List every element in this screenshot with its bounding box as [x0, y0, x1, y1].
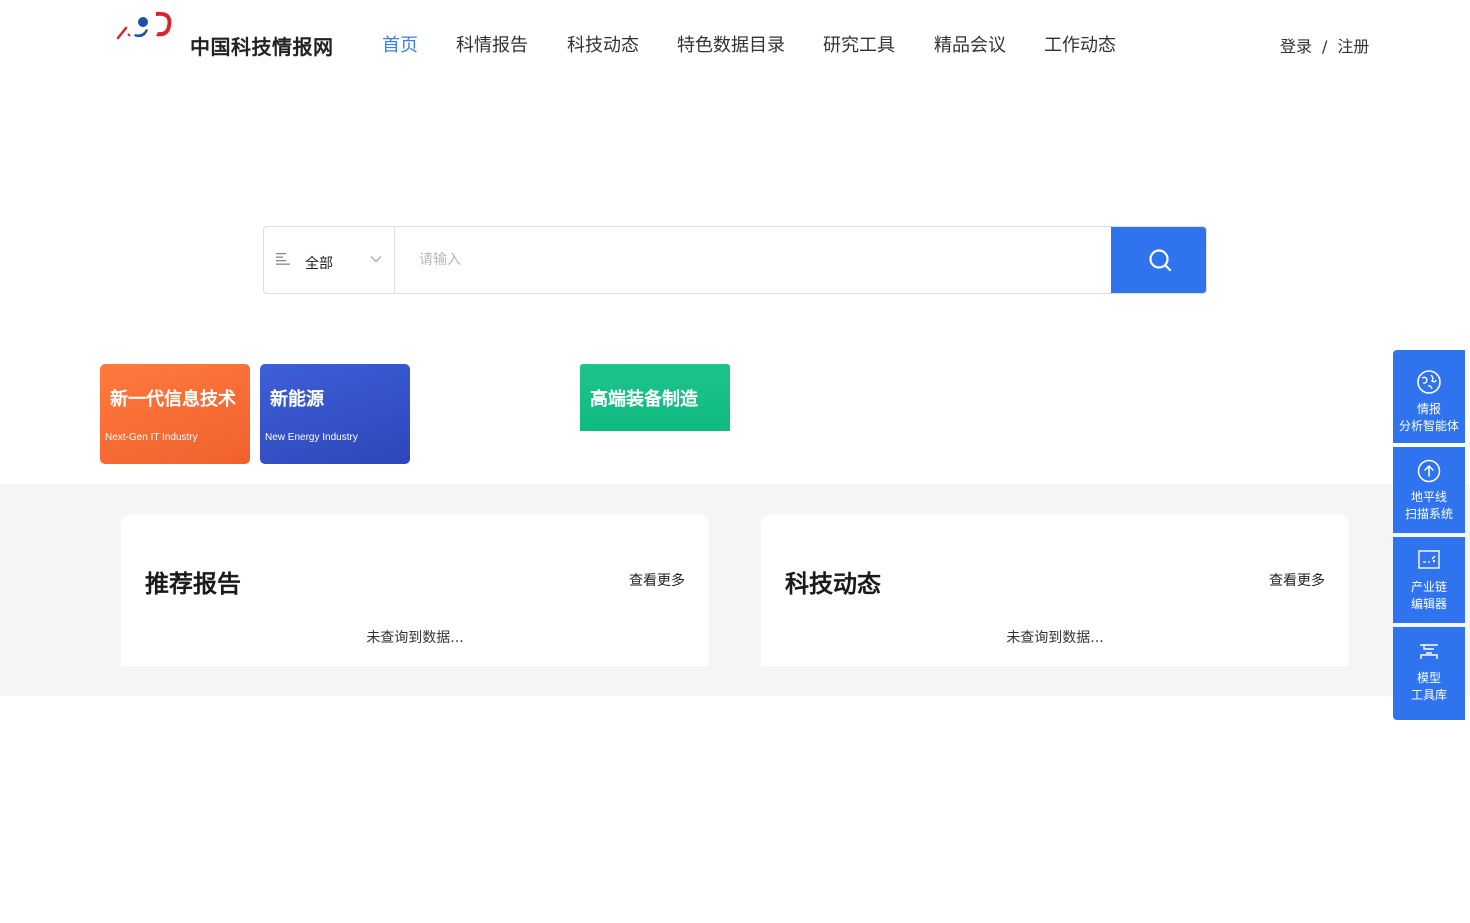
sidebar-chain-editor-button[interactable]: 产业链 编辑器: [1393, 537, 1465, 623]
industry-card-title: 新一代信息技术: [110, 389, 236, 410]
industry-card-subtitle: New Energy Industry: [265, 432, 358, 443]
sidebar-label: 情报: [1416, 402, 1441, 416]
search-bar: 全部: [263, 226, 1207, 294]
site-header: 中国科技情报网 首页 科情报告 科技动态 特色数据目录 研究工具 精品会议 工作…: [0, 0, 1470, 88]
nav-item-reports[interactable]: 科情报告: [456, 31, 528, 57]
recommended-reports-panel: 推荐报告 查看更多 未查询到数据...: [121, 514, 709, 666]
tech-news-panel: 科技动态 查看更多 未查询到数据...: [761, 514, 1349, 666]
sidebar-intel-agent-button[interactable]: 情报 分析智能体: [1393, 350, 1465, 443]
nav-item-data-catalog[interactable]: 特色数据目录: [677, 31, 785, 57]
sidebar-horizon-scan-button[interactable]: 地平线 扫描系统: [1393, 447, 1465, 533]
login-link[interactable]: 登录: [1280, 37, 1312, 56]
industry-card-high-end-manufacturing[interactable]: 高端装备制造: [580, 364, 730, 431]
industry-card-title: 新能源: [270, 389, 324, 410]
nav-item-tech-news[interactable]: 科技动态: [567, 31, 639, 57]
nav-item-conferences[interactable]: 精品会议: [934, 31, 1006, 57]
panel-title: 科技动态: [785, 570, 881, 598]
industry-card-title: 高端装备制造: [590, 389, 698, 410]
nav-item-research-tools[interactable]: 研究工具: [823, 31, 895, 57]
empty-state-text: 未查询到数据...: [1006, 630, 1104, 646]
auth-separator: /: [1322, 37, 1328, 56]
chain-editor-icon: [1418, 550, 1440, 569]
sidebar-label: 编辑器: [1410, 597, 1447, 611]
sidebar-label: 扫描系统: [1404, 507, 1453, 521]
sidebar-label: 产业链: [1410, 580, 1447, 594]
site-logo[interactable]: [116, 8, 178, 42]
sidebar-label: 模型: [1416, 671, 1441, 685]
sidebar-model-toolbox-button[interactable]: 模型 工具库: [1393, 627, 1465, 720]
sidebar-label: 工具库: [1410, 688, 1447, 702]
upload-circle-icon: [1417, 459, 1441, 483]
auth-links: 登录 / 注册: [1280, 33, 1369, 57]
nav-item-work-news[interactable]: 工作动态: [1044, 31, 1116, 57]
search-type-select[interactable]: 全部: [264, 227, 395, 293]
chevron-down-icon: [370, 256, 382, 263]
list-icon: [276, 253, 290, 265]
register-link[interactable]: 注册: [1337, 37, 1369, 56]
panel-title: 推荐报告: [145, 570, 241, 598]
nav-item-home[interactable]: 首页: [382, 31, 418, 57]
sidebar-label: 地平线: [1410, 490, 1447, 504]
industry-card-subtitle: Next-Gen IT Industry: [105, 432, 198, 443]
model-toolbox-icon: [1420, 644, 1438, 659]
view-more-link[interactable]: 查看更多: [629, 570, 685, 590]
view-more-link[interactable]: 查看更多: [1269, 570, 1325, 590]
sidebar-label: 分析智能体: [1398, 419, 1459, 433]
site-name: 中国科技情报网: [190, 35, 334, 59]
industry-card-next-gen-it[interactable]: 新一代信息技术 Next-Gen IT Industry: [100, 364, 250, 464]
empty-state-text: 未查询到数据...: [366, 630, 464, 646]
globe-icon: [1417, 370, 1441, 394]
search-icon: [1148, 249, 1171, 272]
search-button[interactable]: [1111, 227, 1206, 293]
search-type-value: 全部: [305, 256, 333, 272]
search-input[interactable]: [395, 227, 1111, 293]
industry-card-new-energy[interactable]: 新能源 New Energy Industry: [260, 364, 410, 464]
